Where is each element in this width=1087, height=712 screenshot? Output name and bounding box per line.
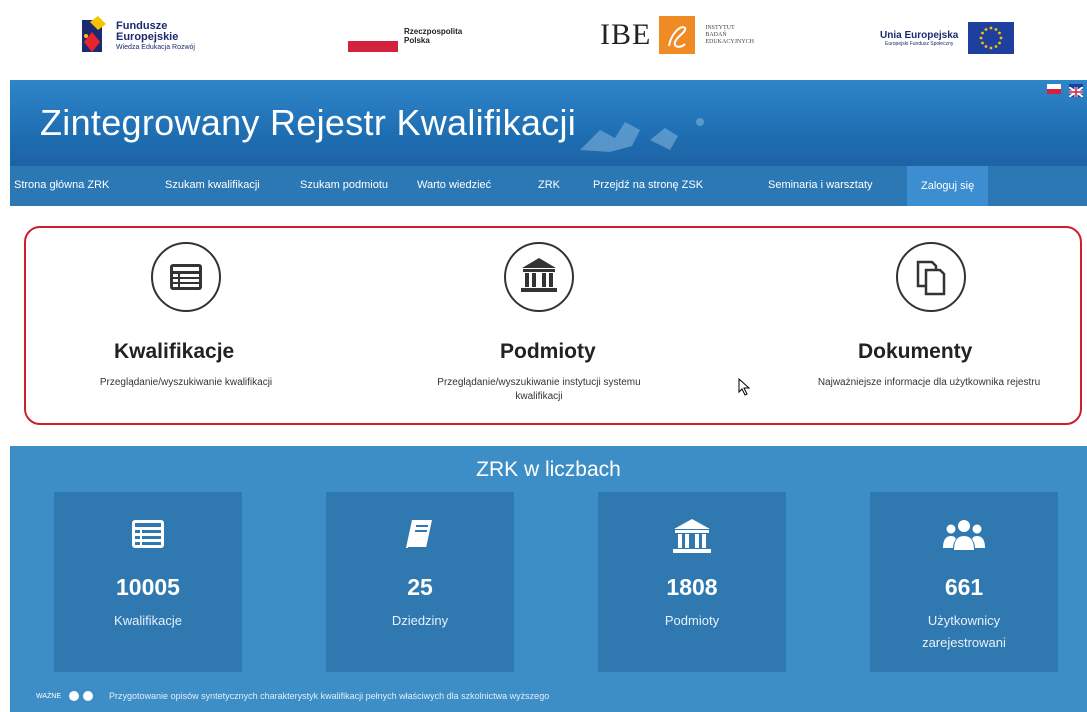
ibe-inst-line1: INSTYTUT xyxy=(705,24,735,31)
stat-value: 661 xyxy=(944,574,984,600)
stat-card-qualifications[interactable]: 10005 Kwalifikacje xyxy=(54,492,242,672)
fe-line1: Fundusze xyxy=(116,19,168,32)
feature-desc: Najważniejsze informacje dla użytkownika… xyxy=(817,377,1041,388)
stat-value: 25 xyxy=(407,574,433,600)
fe-line2: Europejskie xyxy=(116,30,179,43)
eu-flag-icon xyxy=(968,22,1015,54)
stat-value: 1808 xyxy=(666,574,718,600)
nav-seminars[interactable]: Seminaria i warsztaty xyxy=(768,179,873,191)
fe-sub: Wiedza Edukacja Rozwój xyxy=(116,43,195,51)
ue-line1: Unia Europejska xyxy=(880,29,959,41)
feature-title: Podmioty xyxy=(500,340,596,363)
feature-title: Kwalifikacje xyxy=(114,340,235,363)
ibe-logo[interactable]: IBE INSTYTUT BADAŃ EDUKACYJNYCH xyxy=(600,16,754,54)
ticker-next-icon[interactable] xyxy=(83,691,94,701)
ibe-inst-line3: EDUKACYJNYCH xyxy=(705,38,754,45)
documents-icon xyxy=(896,242,966,312)
stat-label: Użytkownicy zarejestrowani xyxy=(922,613,1006,650)
polish-language-flag-icon[interactable] xyxy=(1047,84,1061,94)
nav-home[interactable]: Strona główna ZRK xyxy=(14,179,109,191)
nav-find-entity[interactable]: Szukam podmiotu xyxy=(300,179,388,191)
ticker-text[interactable]: Przygotowanie opisów syntetycznych chara… xyxy=(109,691,549,701)
stat-card-users[interactable]: 661 Użytkownicy zarejestrowani xyxy=(870,492,1058,672)
rzeczpospolita-logo: Rzeczpospolita Polska xyxy=(348,27,463,52)
mouse-cursor-icon xyxy=(738,378,751,396)
unia-europejska-logo: Unia Europejska Europejski Fundusz Społe… xyxy=(880,22,1015,54)
rp-line1: Rzeczpospolita xyxy=(404,27,463,36)
book-icon xyxy=(326,518,514,558)
poland-flag-icon xyxy=(348,30,398,52)
feature-desc: Przeglądanie/wyszukiwanie instytucji sys… xyxy=(437,377,641,402)
institution-icon xyxy=(598,518,786,558)
logo-bar: Fundusze Europejskie Wiedza Edukacja Roz… xyxy=(10,0,1087,80)
stats-title: ZRK w liczbach xyxy=(476,458,621,481)
ibe-inst-line2: BADAŃ xyxy=(705,31,727,38)
stats-section: ZRK w liczbach 10005 Kwalifikacje 25 Dzi… xyxy=(10,446,1087,712)
ibe-emblem-icon xyxy=(659,16,696,54)
main-nav: Strona główna ZRK Szukam kwalifikacji Sz… xyxy=(10,166,1087,206)
ue-line2: Europejski Fundusz Społeczny xyxy=(884,40,954,47)
important-badge: WAŻNE xyxy=(36,692,62,700)
hero-banner: Zintegrowany Rejestr Kwalifikacji xyxy=(10,80,1087,166)
ticker-prev-icon[interactable] xyxy=(69,691,80,701)
nav-go-to-zsk[interactable]: Przejdź na stronę ZSK xyxy=(593,179,703,191)
nav-login[interactable]: Zaloguj się xyxy=(907,166,989,206)
institution-icon xyxy=(504,242,574,312)
ibe-wordmark: IBE xyxy=(600,18,652,51)
users-icon xyxy=(870,518,1058,558)
site-title[interactable]: Zintegrowany Rejestr Kwalifikacji xyxy=(40,102,576,144)
nav-worth-knowing[interactable]: Warto wiedzieć xyxy=(417,179,491,191)
stat-label: Dziedziny xyxy=(391,613,449,628)
features-section: Kwalifikacje Przeglądanie/wyszukiwanie k… xyxy=(24,226,1082,425)
news-ticker: WAŻNE Przygotowanie opisów syntetycznych… xyxy=(10,680,1087,712)
english-language-flag-icon[interactable] xyxy=(1068,84,1084,98)
stat-value: 10005 xyxy=(116,574,180,600)
list-icon xyxy=(151,242,221,312)
stat-card-domains[interactable]: 25 Dziedziny xyxy=(326,492,514,672)
feature-desc: Przeglądanie/wyszukiwanie kwalifikacji xyxy=(99,377,273,388)
nav-find-qualification[interactable]: Szukam kwalifikacji xyxy=(165,179,260,191)
nav-zrk[interactable]: ZRK xyxy=(538,179,560,191)
rp-line2: Polska xyxy=(404,36,430,45)
stat-label: Kwalifikacje xyxy=(114,613,182,628)
europe-map-graphic xyxy=(580,118,704,152)
fundusze-europejskie-logo: Fundusze Europejskie Wiedza Edukacja Roz… xyxy=(80,14,195,58)
stat-label: Podmioty xyxy=(664,613,720,628)
stat-card-entities[interactable]: 1808 Podmioty xyxy=(598,492,786,672)
fe-stars-icon xyxy=(80,14,108,58)
feature-title: Dokumenty xyxy=(858,340,973,363)
list-icon xyxy=(54,518,242,558)
